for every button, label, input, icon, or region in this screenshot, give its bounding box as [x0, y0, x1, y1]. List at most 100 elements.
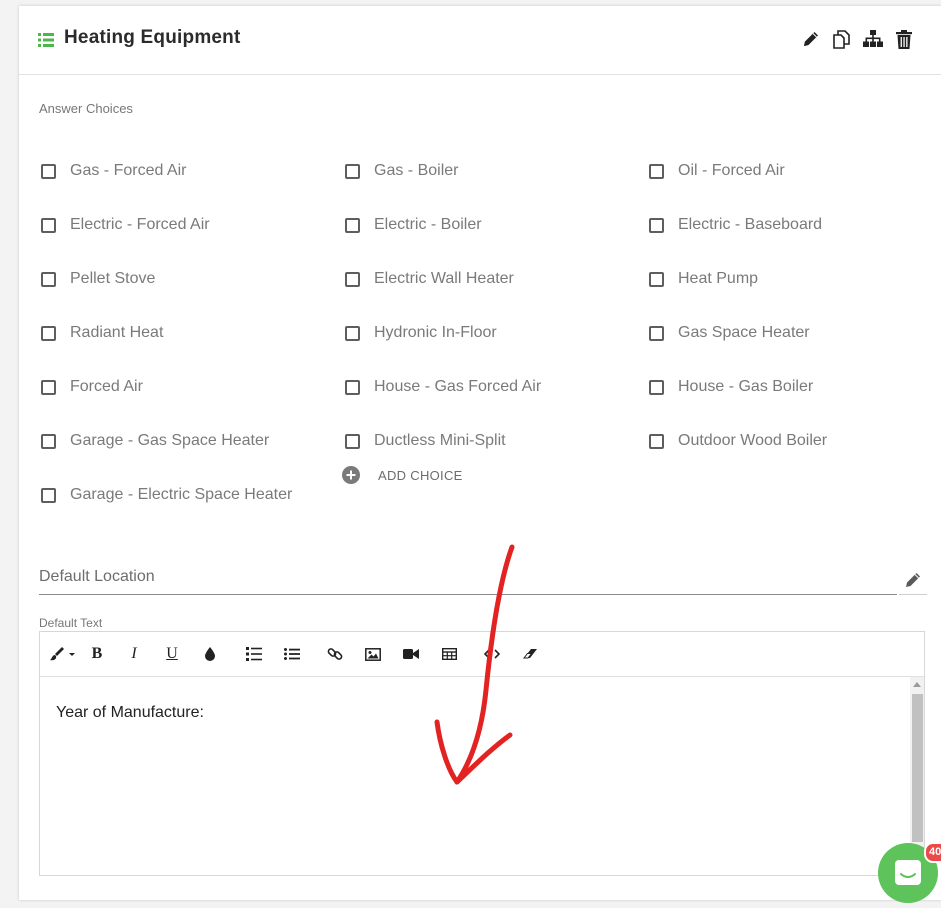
- choice-label: House - Gas Forced Air: [374, 378, 542, 395]
- default-text-label: Default Text: [39, 616, 103, 630]
- sitemap-icon: [863, 30, 883, 47]
- pencil-icon: [804, 32, 818, 46]
- style-dropdown-button[interactable]: [48, 643, 78, 665]
- choice-label: Garage - Electric Space Heater: [70, 486, 293, 503]
- delete-button[interactable]: [893, 28, 915, 50]
- choice-oil-forced-air[interactable]: Oil - Forced Air: [649, 159, 785, 183]
- choice-electric-wall-heater[interactable]: Electric Wall Heater: [345, 267, 514, 291]
- checkbox[interactable]: [649, 325, 664, 341]
- brush-icon: [50, 647, 75, 661]
- scroll-up-arrow[interactable]: [913, 682, 921, 687]
- choice-electric-boiler[interactable]: Electric - Boiler: [345, 213, 482, 237]
- scroll-thumb[interactable]: [912, 694, 923, 842]
- checkbox[interactable]: [41, 433, 56, 449]
- editor-toolbar: B I U: [40, 632, 924, 677]
- list-icon: [38, 33, 54, 47]
- choice-label: Ductless Mini-Split: [374, 432, 506, 449]
- default-location-input[interactable]: [39, 564, 897, 590]
- choice-gas-space-heater[interactable]: Gas Space Heater: [649, 321, 810, 345]
- choice-label: Radiant Heat: [70, 324, 164, 341]
- card-header: Heating Equipment: [19, 6, 941, 75]
- choice-label: Hydronic In-Floor: [374, 324, 497, 341]
- checkbox[interactable]: [649, 217, 664, 233]
- code-view-button[interactable]: [481, 643, 503, 665]
- clear-format-button[interactable]: [519, 643, 541, 665]
- answer-choices-label: Answer Choices: [39, 101, 133, 116]
- trash-icon: [896, 29, 912, 49]
- unordered-list-button[interactable]: [281, 643, 303, 665]
- choice-gas-forced-air[interactable]: Gas - Forced Air: [41, 159, 186, 183]
- checkbox[interactable]: [345, 217, 360, 233]
- choice-label: Gas Space Heater: [678, 324, 810, 341]
- choice-electric-forced-air[interactable]: Electric - Forced Air: [41, 213, 210, 237]
- checkbox[interactable]: [345, 433, 360, 449]
- image-icon: [365, 647, 381, 661]
- bold-button[interactable]: B: [86, 643, 108, 665]
- choice-heat-pump[interactable]: Heat Pump: [649, 267, 758, 291]
- checkbox[interactable]: [41, 325, 56, 341]
- link-button[interactable]: [324, 643, 346, 665]
- checkbox[interactable]: [41, 271, 56, 287]
- checkbox[interactable]: [41, 487, 56, 503]
- choice-pellet-stove[interactable]: Pellet Stove: [41, 267, 155, 291]
- choice-electric-baseboard[interactable]: Electric - Baseboard: [649, 213, 822, 237]
- checkbox[interactable]: [41, 163, 56, 179]
- location-edit-button[interactable]: [899, 566, 927, 595]
- ordered-list-icon: [246, 647, 262, 661]
- choice-label: Oil - Forced Air: [678, 162, 785, 179]
- checkbox[interactable]: [649, 271, 664, 287]
- edit-button[interactable]: [800, 28, 822, 50]
- plus-circle-icon: [342, 466, 360, 484]
- checkbox[interactable]: [345, 271, 360, 287]
- notification-badge: 40: [924, 842, 941, 863]
- unordered-list-icon: [284, 648, 300, 660]
- code-icon: [484, 649, 500, 659]
- duplicate-button[interactable]: [830, 28, 852, 50]
- checkbox[interactable]: [345, 325, 360, 341]
- choice-label: Gas - Boiler: [374, 162, 459, 179]
- insert-table-button[interactable]: [438, 643, 460, 665]
- checkbox[interactable]: [41, 379, 56, 395]
- insert-video-button[interactable]: [400, 643, 422, 665]
- choice-gas-boiler[interactable]: Gas - Boiler: [345, 159, 458, 183]
- insert-image-button[interactable]: [362, 643, 384, 665]
- checkbox[interactable]: [345, 163, 360, 179]
- choice-label: Electric - Forced Air: [70, 216, 210, 233]
- hierarchy-button[interactable]: [862, 28, 884, 50]
- italic-button[interactable]: I: [123, 643, 145, 665]
- rich-text-editor: B I U Year of Manufacture:: [39, 631, 925, 876]
- choice-outdoor-wood-boiler[interactable]: Outdoor Wood Boiler: [649, 429, 827, 453]
- choice-label: Pellet Stove: [70, 270, 156, 287]
- checkbox[interactable]: [649, 163, 664, 179]
- text-color-button[interactable]: [199, 643, 221, 665]
- choice-house-gas-forced-air[interactable]: House - Gas Forced Air: [345, 375, 541, 399]
- editor-content[interactable]: Year of Manufacture:: [40, 677, 910, 875]
- choice-label: Outdoor Wood Boiler: [678, 432, 828, 449]
- checkbox[interactable]: [649, 433, 664, 449]
- pencil-icon: [906, 573, 920, 587]
- choice-ductless-mini-split[interactable]: Ductless Mini-Split: [345, 429, 506, 453]
- add-choice-button[interactable]: ADD CHOICE: [342, 466, 463, 484]
- choice-label: Electric - Baseboard: [678, 216, 823, 233]
- choice-forced-air[interactable]: Forced Air: [41, 375, 143, 399]
- choice-house-gas-boiler[interactable]: House - Gas Boiler: [649, 375, 813, 399]
- choice-radiant-heat[interactable]: Radiant Heat: [41, 321, 163, 345]
- choice-label: Garage - Gas Space Heater: [70, 432, 270, 449]
- checkbox[interactable]: [649, 379, 664, 395]
- underline-button[interactable]: U: [161, 643, 183, 665]
- copy-icon: [833, 30, 850, 49]
- checkbox[interactable]: [41, 217, 56, 233]
- ordered-list-button[interactable]: [243, 643, 265, 665]
- question-card: Heating Equipment Answer Choices Gas - F…: [19, 6, 941, 900]
- table-icon: [441, 648, 457, 660]
- choice-garage-gas-space-heater[interactable]: Garage - Gas Space Heater: [41, 429, 269, 453]
- default-location-field[interactable]: [39, 564, 897, 595]
- choice-label: Gas - Forced Air: [70, 162, 187, 179]
- choice-garage-electric-space-heater[interactable]: Garage - Electric Space Heater: [41, 483, 292, 507]
- checkbox[interactable]: [345, 379, 360, 395]
- add-choice-label: ADD CHOICE: [378, 467, 463, 483]
- choice-label: Electric Wall Heater: [374, 270, 514, 287]
- choice-hydronic-in-floor[interactable]: Hydronic In-Floor: [345, 321, 497, 345]
- eraser-icon: [522, 649, 537, 659]
- video-camera-icon: [403, 649, 419, 659]
